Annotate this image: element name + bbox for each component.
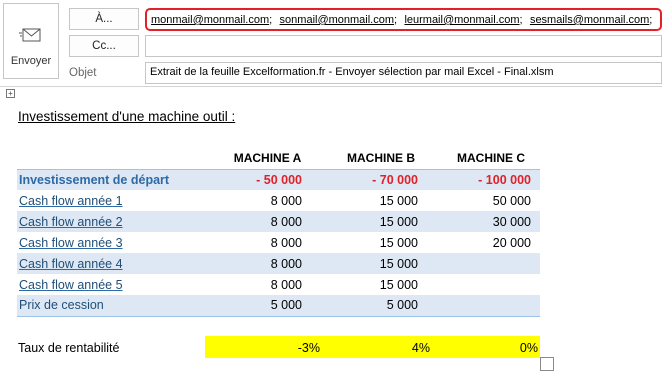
header-machine-a: MACHINE A [205,148,320,170]
cell-value: 5 000 [320,295,432,317]
send-button[interactable]: Envoyer [3,3,59,79]
paste-options-checkbox[interactable] [540,357,554,371]
table-header-row: MACHINE A MACHINE B MACHINE C [17,148,540,170]
cell-value: - 50 000 [205,169,320,190]
cell-value: 8 000 [270,193,302,208]
cell-value: 20 000 [492,235,531,250]
cell-value [432,253,540,274]
cell-value: 5 000 [205,295,320,317]
cell-value: 15 000 [320,211,432,232]
recipient[interactable]: monmail@monmail.com [151,14,269,26]
subject-label: Objet [69,67,97,79]
cell-value: 8 000 [205,211,320,232]
table-row: Cash flow année 5 8 000 15 000 [17,274,540,295]
investment-table: MACHINE A MACHINE B MACHINE C Investisse… [17,148,540,317]
header-cell [17,148,205,170]
cc-button[interactable]: Cc... [69,35,139,57]
cell-value: - 100 000 [432,169,540,190]
rate-value-b: 4% [411,341,430,355]
table-row: Cash flow année 4 8 000 15 000 [17,253,540,274]
row-label: Cash flow année 5 [19,277,123,292]
table-row: Prix de cession 5 000 5 000 [17,295,540,317]
document-title: Investissement d'une machine outil : [18,109,236,124]
cell-value: 8 000 [270,277,302,292]
cell-value: - 70 000 [320,169,432,190]
table-row: Investissement de départ - 50 000 - 70 0… [17,169,540,190]
table-row: Cash flow année 1 8 000 15 000 50 000 [17,190,540,211]
cell-value: 15 000 [379,193,418,208]
header-divider [0,86,662,87]
cell-value: 15 000 [379,235,418,250]
cell-value: 8 000 [270,235,302,250]
recipient-separator: ; [519,14,523,26]
header-machine-b: MACHINE B [320,148,432,170]
row-label: Cash flow année 4 [17,253,205,274]
cell-value: 15 000 [320,253,432,274]
recipient-separator: ; [649,14,653,26]
subject-field[interactable]: Extrait de la feuille Excelformation.fr … [145,62,662,84]
row-label: Cash flow année 2 [17,211,205,232]
cell-value: 15 000 [379,277,418,292]
rate-value-c: 0% [519,341,538,355]
cell-value [432,295,540,317]
rate-label: Taux de rentabilité [18,341,120,355]
send-mail-icon [19,26,43,44]
row-label: Investissement de départ [17,169,205,190]
recipient[interactable]: sonmail@monmail.com [280,14,394,26]
cell-value [432,274,540,295]
header-machine-c: MACHINE C [432,148,540,170]
row-label: Cash flow année 3 [19,235,123,250]
to-field[interactable]: monmail@monmail.com; sonmail@monmail.com… [145,8,662,31]
cell-value: 8 000 [205,253,320,274]
row-label: Prix de cession [17,295,205,317]
recipient-separator: ; [269,14,273,26]
cell-value: 50 000 [492,193,531,208]
cc-field[interactable] [145,35,662,57]
recipient[interactable]: sesmails@monmail.com [530,14,649,26]
to-button[interactable]: À... [69,8,139,30]
table-row: Cash flow année 2 8 000 15 000 30 000 [17,211,540,232]
send-label: Envoyer [10,55,52,67]
recipient-separator: ; [394,14,398,26]
table-move-handle-icon[interactable]: + [6,89,15,98]
recipient[interactable]: leurmail@monmail.com [404,14,519,26]
cell-value: 30 000 [432,211,540,232]
table-row: Cash flow année 3 8 000 15 000 20 000 [17,232,540,253]
rate-value-a: -3% [297,341,320,355]
row-label: Cash flow année 1 [19,193,123,208]
